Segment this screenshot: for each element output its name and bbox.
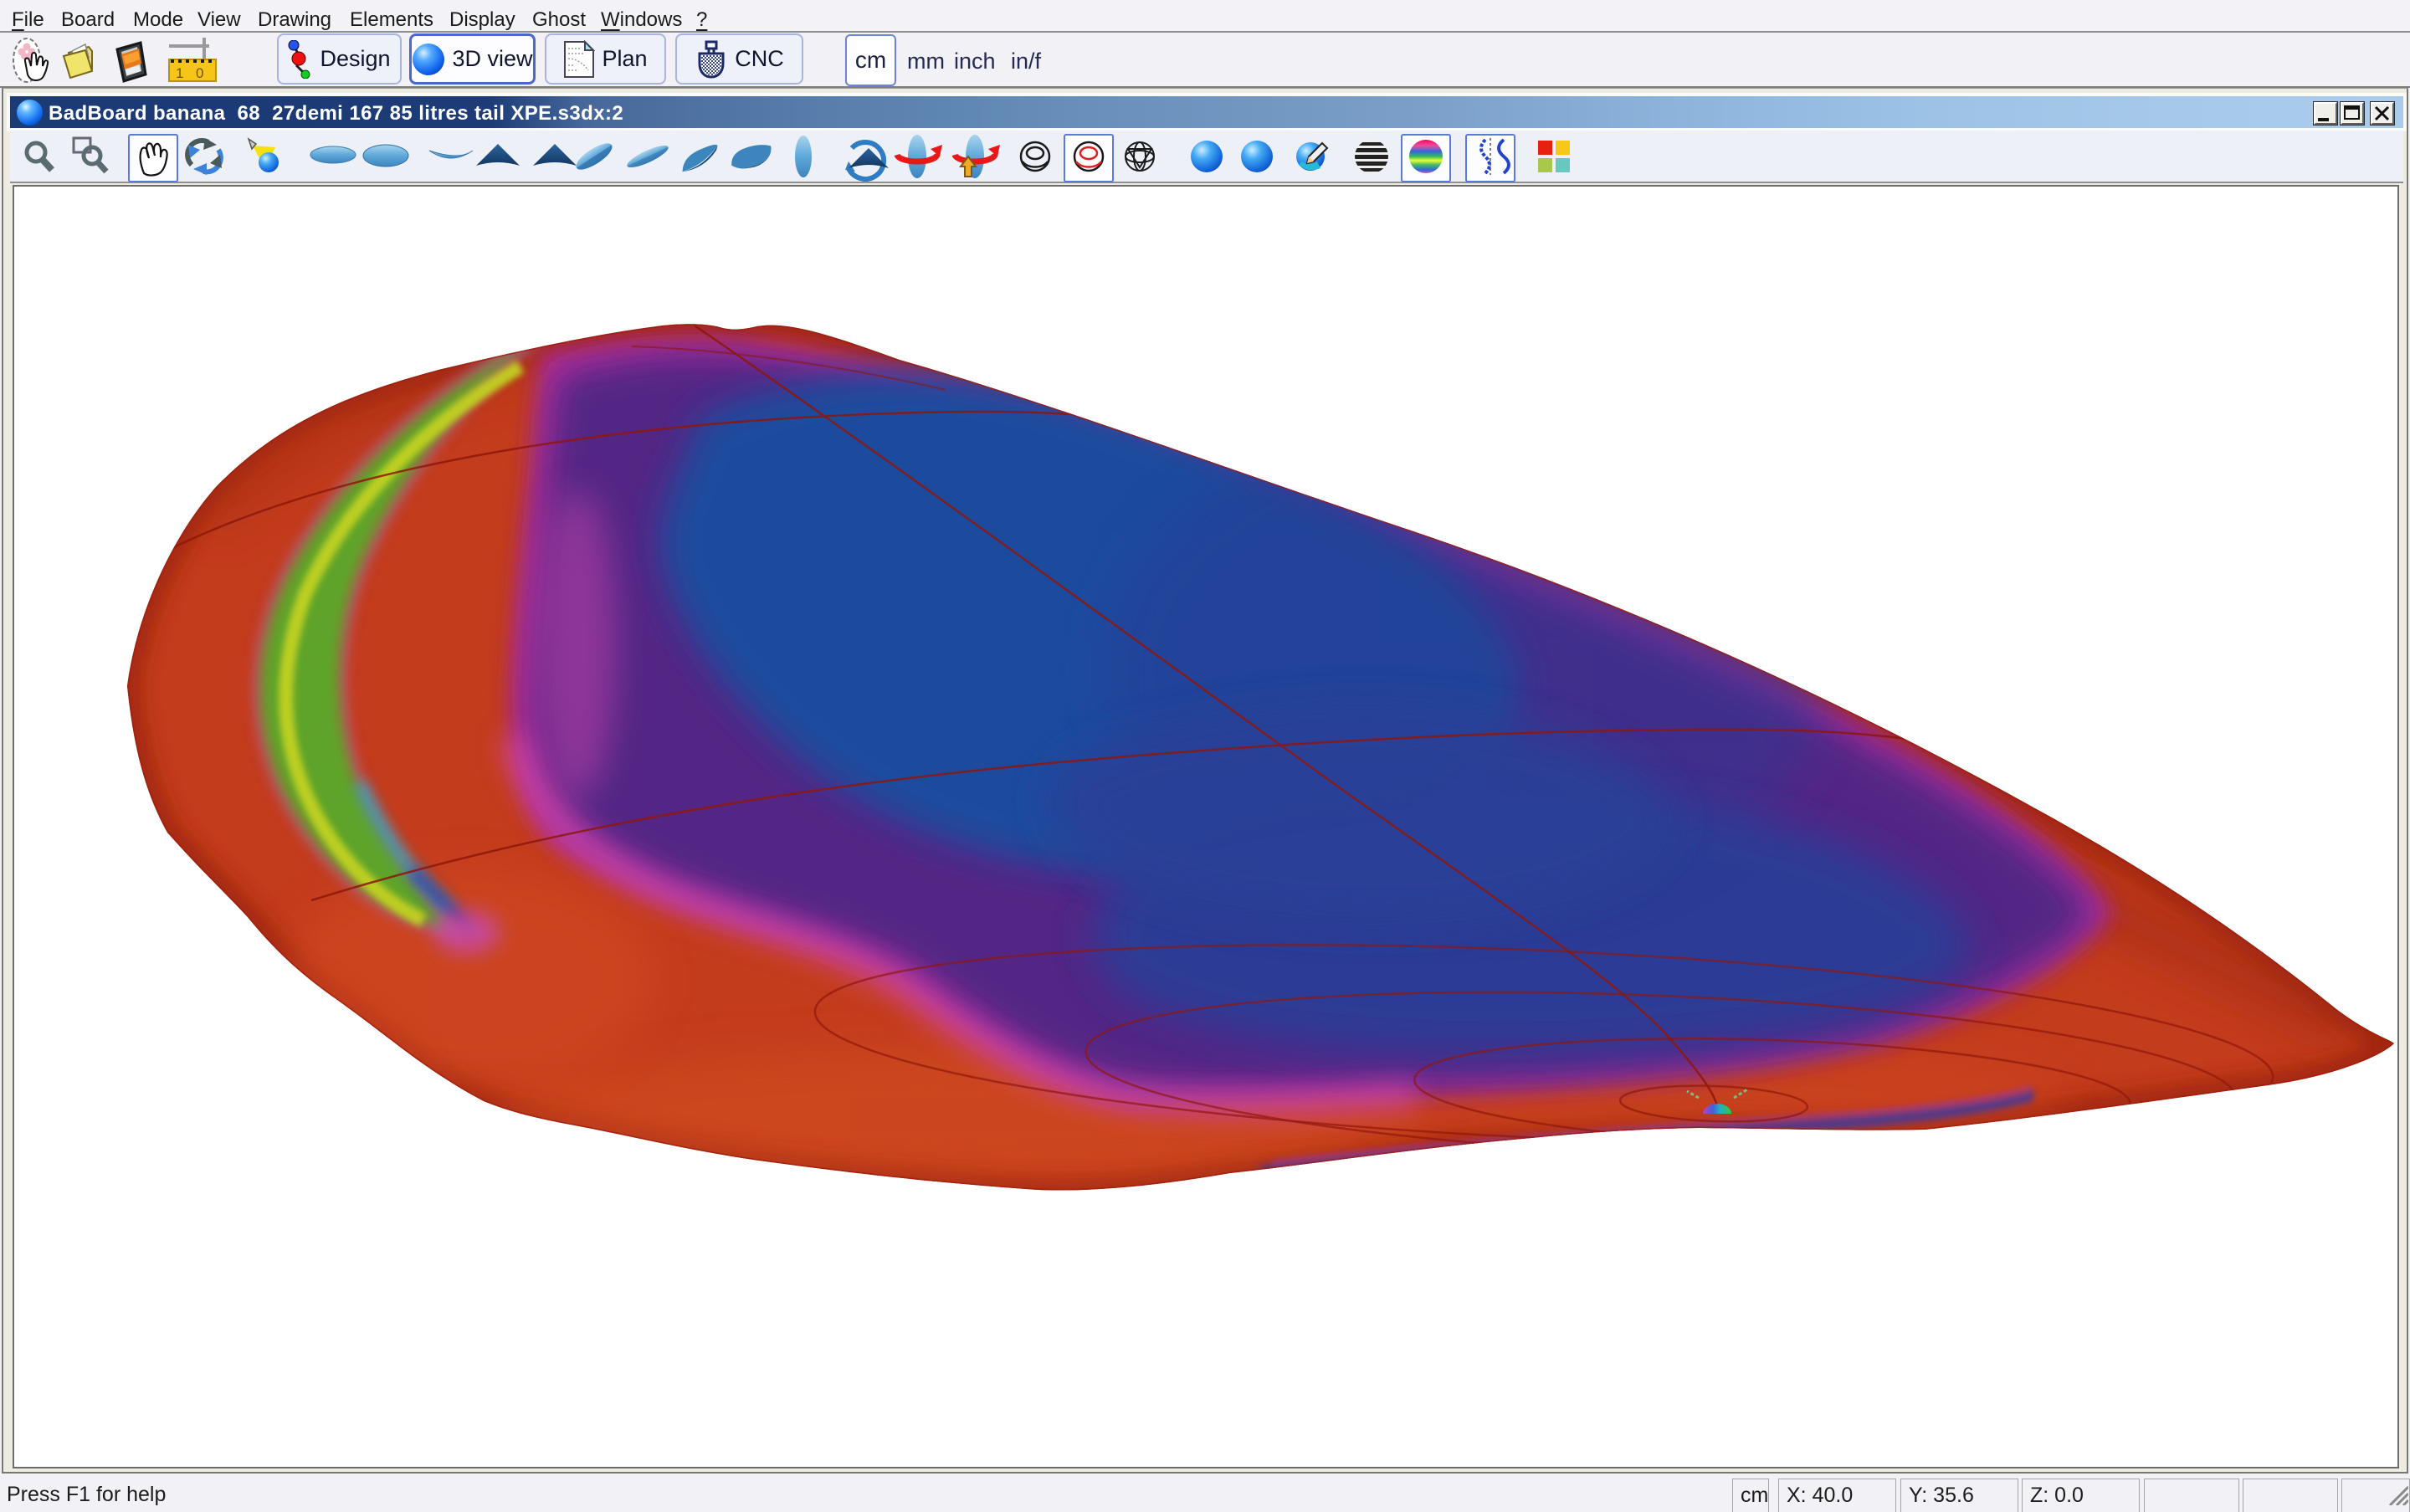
svg-text:1: 1: [176, 65, 183, 81]
svg-text:0: 0: [196, 65, 203, 81]
